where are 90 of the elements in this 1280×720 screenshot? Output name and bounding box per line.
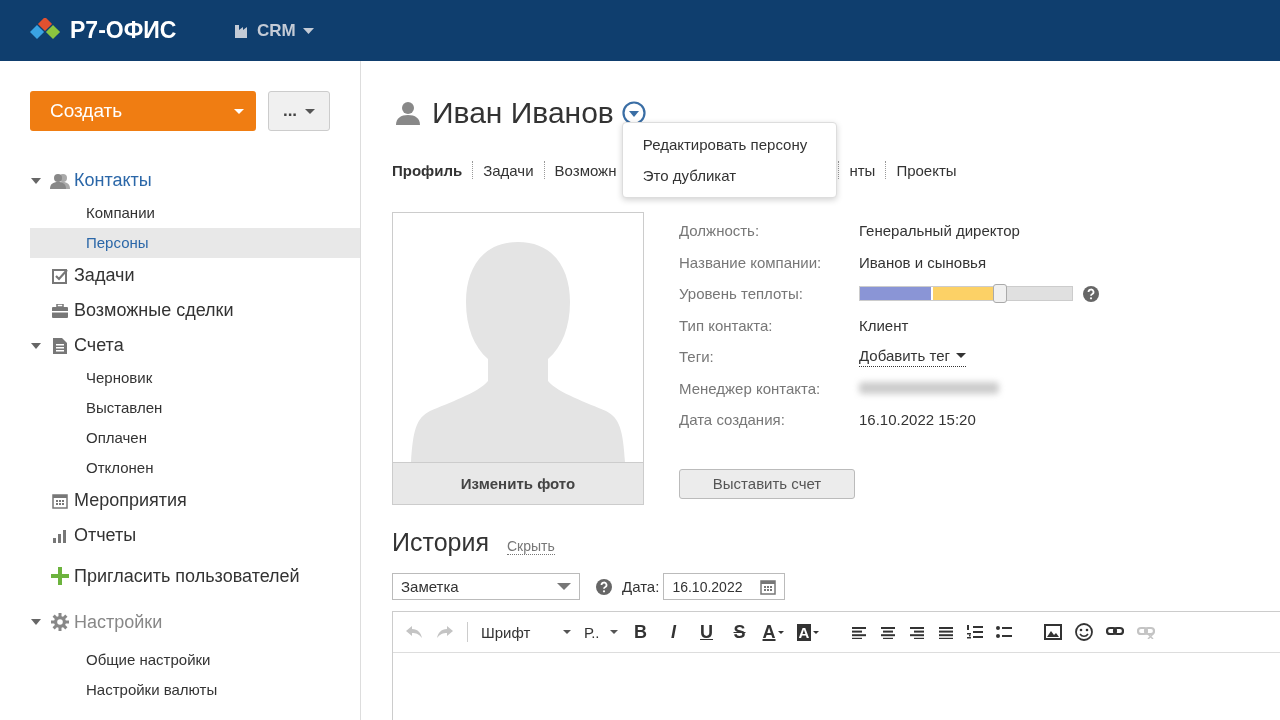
field-label: Теги: [679, 348, 715, 366]
plus-icon [51, 567, 69, 585]
align-right-icon[interactable] [909, 625, 926, 639]
bullet-list-icon[interactable] [996, 625, 1013, 639]
help-icon[interactable] [1083, 285, 1099, 302]
sidebar-item[interactable]: Возможные сделки [74, 300, 234, 321]
bar-chart-icon [53, 528, 67, 543]
expand-arrow-icon[interactable] [31, 619, 41, 625]
field-label: Уровень теплоты: [679, 285, 804, 303]
sidebar-subitem[interactable]: Отклонен [30, 453, 360, 483]
image-icon[interactable] [1044, 624, 1063, 640]
size-select[interactable]: Р.. [584, 623, 618, 641]
caret-icon [813, 630, 820, 634]
expand-arrow-icon[interactable] [31, 177, 41, 184]
sidebar-subitem[interactable]: Выставлен [30, 393, 360, 423]
menu-item[interactable]: Редактировать персону [622, 129, 836, 160]
sidebar-subitem[interactable]: Оплачен [30, 423, 360, 453]
section-title: История [392, 528, 489, 557]
numbered-list-icon[interactable] [967, 624, 984, 640]
caret-icon [956, 352, 966, 358]
sidebar-item[interactable]: Контакты [74, 170, 152, 191]
caret-icon [563, 630, 571, 634]
smiley-icon[interactable] [1075, 623, 1094, 641]
document-icon [53, 337, 67, 354]
sidebar-item[interactable]: Пригласить пользователей [74, 565, 300, 587]
heat-slider[interactable] [859, 286, 1073, 302]
sidebar-item[interactable]: Счета [74, 335, 124, 356]
align-left-icon[interactable] [851, 625, 868, 639]
align-justify-icon[interactable] [938, 625, 955, 639]
caret-icon [302, 27, 314, 34]
change-photo-button[interactable]: Изменить фото [393, 462, 643, 504]
field-label: Менеджер контакта: [679, 379, 822, 397]
text-color-button[interactable]: A [762, 621, 784, 643]
field-label: Должность: [679, 222, 761, 240]
field-value: Клиент [859, 316, 909, 334]
tab[interactable]: Задачи [483, 161, 534, 179]
calendar-icon [52, 492, 68, 509]
sidebar-item[interactable]: Задачи [74, 265, 135, 286]
align-center-icon[interactable] [880, 625, 897, 639]
briefcase-icon [52, 303, 68, 318]
sidebar-subitem[interactable]: Настройки валюты [30, 675, 360, 705]
checkbox-icon [52, 267, 68, 284]
module-menu[interactable]: CRM [234, 20, 314, 41]
hide-link[interactable]: Скрыть [506, 538, 555, 555]
more-button[interactable]: ... [268, 91, 330, 131]
tab[interactable]: Возможн [554, 161, 617, 179]
gear-icon [51, 613, 69, 631]
caret-icon [557, 583, 571, 590]
font-select[interactable]: Шрифт [481, 623, 571, 641]
menu-item[interactable]: Это дубликат [622, 160, 836, 191]
add-tag-link[interactable]: Добавить тег [859, 346, 966, 367]
italic-button[interactable]: I [663, 621, 684, 643]
field-value: Иванов и сыновья [859, 253, 987, 271]
tab[interactable]: нты [849, 161, 876, 179]
bold-button[interactable]: B [630, 621, 651, 643]
people-icon [50, 172, 70, 189]
note-editor[interactable]: Шрифт Р.. B I U S A A [392, 611, 1280, 720]
field-value: 16.10.2022 15:20 [859, 411, 976, 429]
sidebar-item[interactable]: Мероприятия [74, 490, 187, 511]
underline-button[interactable]: U [696, 621, 717, 643]
date-field[interactable]: 16.10.2022 [663, 573, 786, 600]
sidebar-subitem[interactable]: Персоны [30, 228, 360, 258]
dropdown-circle-icon[interactable] [621, 101, 646, 125]
slider-thumb[interactable] [992, 284, 1007, 304]
calendar-icon[interactable] [760, 578, 777, 595]
expand-arrow-icon[interactable] [31, 342, 41, 349]
caret-icon [305, 108, 316, 114]
sidebar-subitem[interactable]: Общие настройки [30, 645, 360, 675]
strike-button[interactable]: S [729, 621, 750, 643]
date-label: Дата: [622, 578, 660, 595]
building-icon [234, 23, 250, 38]
sidebar-subitem[interactable]: Черновик [30, 363, 360, 393]
sidebar-item[interactable]: Настройки [74, 611, 163, 633]
logo-text: Р7-ОФИС [70, 17, 177, 44]
caret-icon [609, 630, 618, 634]
field-label: Тип контакта: [679, 316, 774, 334]
field-label: Дата создания: [679, 411, 786, 429]
person-icon [396, 101, 420, 125]
tab[interactable]: Профиль [392, 161, 463, 179]
person-name: Иван Иванов [432, 96, 614, 130]
sidebar-subitem[interactable]: Компании [30, 198, 360, 228]
sidebar-item[interactable]: Отчеты [74, 525, 137, 546]
field-label: Название компании: [679, 253, 823, 271]
caret-icon [234, 108, 244, 114]
caret-icon [777, 630, 784, 634]
field-value: Генеральный директор [859, 222, 1020, 240]
tab[interactable]: Проекты [896, 161, 957, 179]
invoice-button[interactable]: Выставить счет [679, 468, 855, 499]
help-icon[interactable] [596, 578, 612, 595]
type-select[interactable]: Заметка [392, 573, 580, 600]
